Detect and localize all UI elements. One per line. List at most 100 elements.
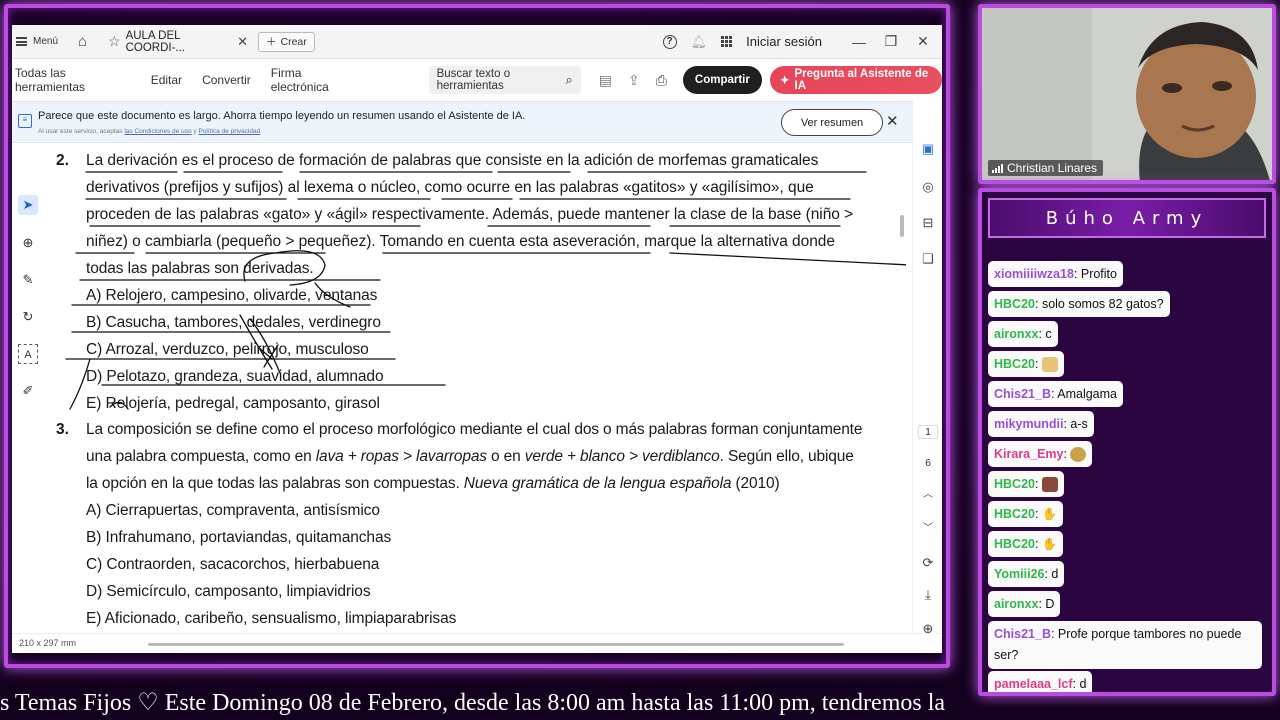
close-window-icon[interactable]: ✕ — [914, 33, 932, 50]
lasso-tool-icon[interactable]: ↻ — [18, 307, 38, 327]
refresh-icon[interactable]: ⟳ — [918, 553, 938, 573]
create-label: Crear — [280, 35, 307, 48]
page-up-icon[interactable]: ︿ — [918, 485, 938, 505]
document-tab[interactable]: ☆ AULA DEL COORDI-... ✕ — [104, 29, 252, 55]
upload-icon[interactable]: ⇪ — [628, 72, 640, 89]
chat-text: : — [1035, 507, 1042, 521]
question-2-number: 2. — [56, 152, 69, 169]
download-icon[interactable]: ⤓ — [918, 585, 938, 605]
horizontal-scrollbar[interactable] — [148, 643, 844, 646]
question-3-line: una palabra compuesta, como en lava + ro… — [86, 448, 854, 466]
chat-text: : Profito — [1073, 267, 1117, 281]
minimize-icon[interactable]: — — [850, 34, 868, 50]
toolbar-item-all-tools[interactable]: Todas las herramientas — [15, 66, 131, 94]
apps-grid-icon[interactable] — [721, 36, 733, 47]
chat-text: : — [1035, 477, 1042, 491]
q3-text: . Según ello, ubique — [719, 448, 854, 465]
banner-subtext: Al usar este servicio, aceptas las Condi… — [38, 128, 260, 135]
chat-username: xiomiiiiwza18 — [994, 267, 1074, 281]
home-icon[interactable]: ⌂ — [78, 33, 94, 50]
help-icon[interactable]: ? — [662, 34, 677, 49]
chat-message: xiomiiiiwza18: Profito — [988, 261, 1123, 287]
ai-summary-icon: ≡ — [18, 114, 32, 128]
status-bar: 210 x 297 mm — [12, 633, 942, 653]
text-select-icon[interactable]: A — [18, 344, 38, 364]
chat-username: HBC20 — [994, 357, 1035, 371]
ticker-text: s Temas Fijos ♡ Este Domingo 08 de Febre… — [0, 690, 946, 716]
pages-panel-icon[interactable]: ❏ — [918, 249, 938, 269]
search-placeholder: Buscar texto o herramientas — [436, 68, 511, 92]
option-3a: A) Cierrapuertas, compraventa, antisísmi… — [86, 502, 380, 519]
question-3-line: la opción en la que todas las palabras s… — [86, 475, 780, 493]
view-summary-button[interactable]: Ver resumen — [781, 109, 883, 136]
chat-username: HBC20 — [994, 537, 1035, 551]
ai-assistant-label: Pregunta al Asistente de IA — [794, 68, 929, 92]
chat-username: Chis21_B — [994, 387, 1051, 401]
chat-message: HBC20: — [988, 351, 1064, 377]
star-icon[interactable]: ☆ — [108, 33, 121, 50]
menu-label: Menú — [33, 36, 59, 47]
toolbar-item-esign[interactable]: Firma electrónica — [271, 66, 357, 94]
chat-message: mikymundii: a-s — [988, 411, 1094, 437]
print-icon[interactable]: ⎙ — [656, 72, 667, 89]
close-banner-icon[interactable]: ✕ — [886, 112, 899, 130]
chat-username: Chis21_B — [994, 627, 1051, 641]
comment-tool-icon[interactable]: ⊕ — [18, 233, 38, 253]
question-2-line: derivativos (prefijos y sufijos) al lexe… — [86, 179, 814, 196]
cat-emoji-icon — [1041, 357, 1058, 373]
terms-link[interactable]: las Condiciones de uso — [124, 128, 191, 135]
chat-message: pamelaaa_lcf: d — [988, 671, 1093, 692]
news-ticker: s Temas Fijos ♡ Este Domingo 08 de Febre… — [0, 684, 960, 720]
wave-emoji-icon: ✋ — [1041, 507, 1057, 521]
page-down-icon[interactable]: ﹀ — [918, 519, 938, 539]
menu-button[interactable]: Menú — [16, 36, 70, 47]
chat-text: : a-s — [1063, 417, 1088, 431]
chat-username: Kirara_Emy — [994, 447, 1064, 461]
save-icon[interactable]: ▤ — [599, 72, 612, 89]
document-page: 2. La derivación es el proceso de formac… — [50, 147, 906, 635]
webcam-name-label: Christian Linares — [988, 160, 1104, 176]
chat-username: HBC20 — [994, 507, 1035, 521]
select-tool-icon[interactable]: ➤ — [18, 195, 38, 215]
pen-tool-icon[interactable]: ✎ — [18, 270, 38, 290]
chat-text: : D — [1038, 597, 1055, 611]
privacy-link[interactable]: Política de privacidad — [198, 128, 260, 135]
q3-text: una palabra compuesta, como en — [86, 448, 316, 465]
sign-in-link[interactable]: Iniciar sesión — [746, 34, 822, 49]
search-icon: ⌕ — [565, 72, 573, 87]
banner-subtext-prefix: Al usar este servicio, aceptas — [38, 128, 123, 135]
option-2d: D) Pelotazo, grandeza, suavidad, alumnad… — [86, 368, 384, 385]
create-button[interactable]: ＋ Crear — [258, 31, 315, 52]
q3-example: lava + ropas > lavarropas — [315, 448, 487, 465]
page-size: 210 x 297 mm — [19, 638, 77, 648]
left-tool-rail: ➤ ⊕ ✎ ↻ A ✐ — [12, 143, 44, 653]
close-tab-icon[interactable]: ✕ — [237, 34, 248, 50]
chat-message: aironxx: c — [988, 321, 1058, 347]
question-2-line: La derivación es el proceso de formación… — [86, 152, 819, 169]
question-3-number: 3. — [56, 421, 69, 438]
q3-example: verde + blanco > verdiblanco — [524, 448, 720, 465]
option-3b: B) Infrahumano, portaviandas, quitamanch… — [86, 529, 392, 546]
chat-message: aironxx: D — [988, 591, 1061, 617]
bookmark-panel-icon[interactable]: ⊟ — [918, 213, 938, 233]
total-pages: 6 — [925, 457, 931, 469]
comments-panel-icon[interactable]: ◎ — [918, 177, 938, 197]
option-2e: E) Relojería, pedregal, camposanto, gira… — [86, 395, 380, 412]
chat-username: mikymundii — [994, 417, 1064, 431]
option-2c: C) Arrozal, verduzco, pelirrojo, musculo… — [86, 341, 369, 358]
option-3d: D) Semicírculo, camposanto, limpiavidrio… — [86, 583, 371, 600]
vertical-scrollbar[interactable] — [900, 215, 904, 237]
main-toolbar: Todas las herramientas Editar Convertir … — [12, 59, 942, 101]
ai-assistant-button[interactable]: ✦ Pregunta al Asistente de IA — [769, 66, 942, 94]
stamp-tool-icon[interactable]: ✐ — [18, 381, 38, 401]
search-input[interactable]: Buscar texto o herramientas ⌕ — [428, 66, 581, 94]
restore-icon[interactable]: ❐ — [882, 33, 900, 50]
ai-panel-icon[interactable]: ▣ — [918, 139, 938, 159]
current-page-number[interactable]: 1 — [918, 425, 938, 439]
toolbar-item-edit[interactable]: Editar — [151, 73, 182, 87]
chat-message: HBC20: — [988, 471, 1064, 497]
toolbar-item-convert[interactable]: Convertir — [202, 73, 251, 87]
share-button[interactable]: Compartir — [682, 66, 762, 94]
chat-text: : Amalgama — [1050, 387, 1117, 401]
bell-icon[interactable]: 🔔︎ — [691, 34, 708, 50]
